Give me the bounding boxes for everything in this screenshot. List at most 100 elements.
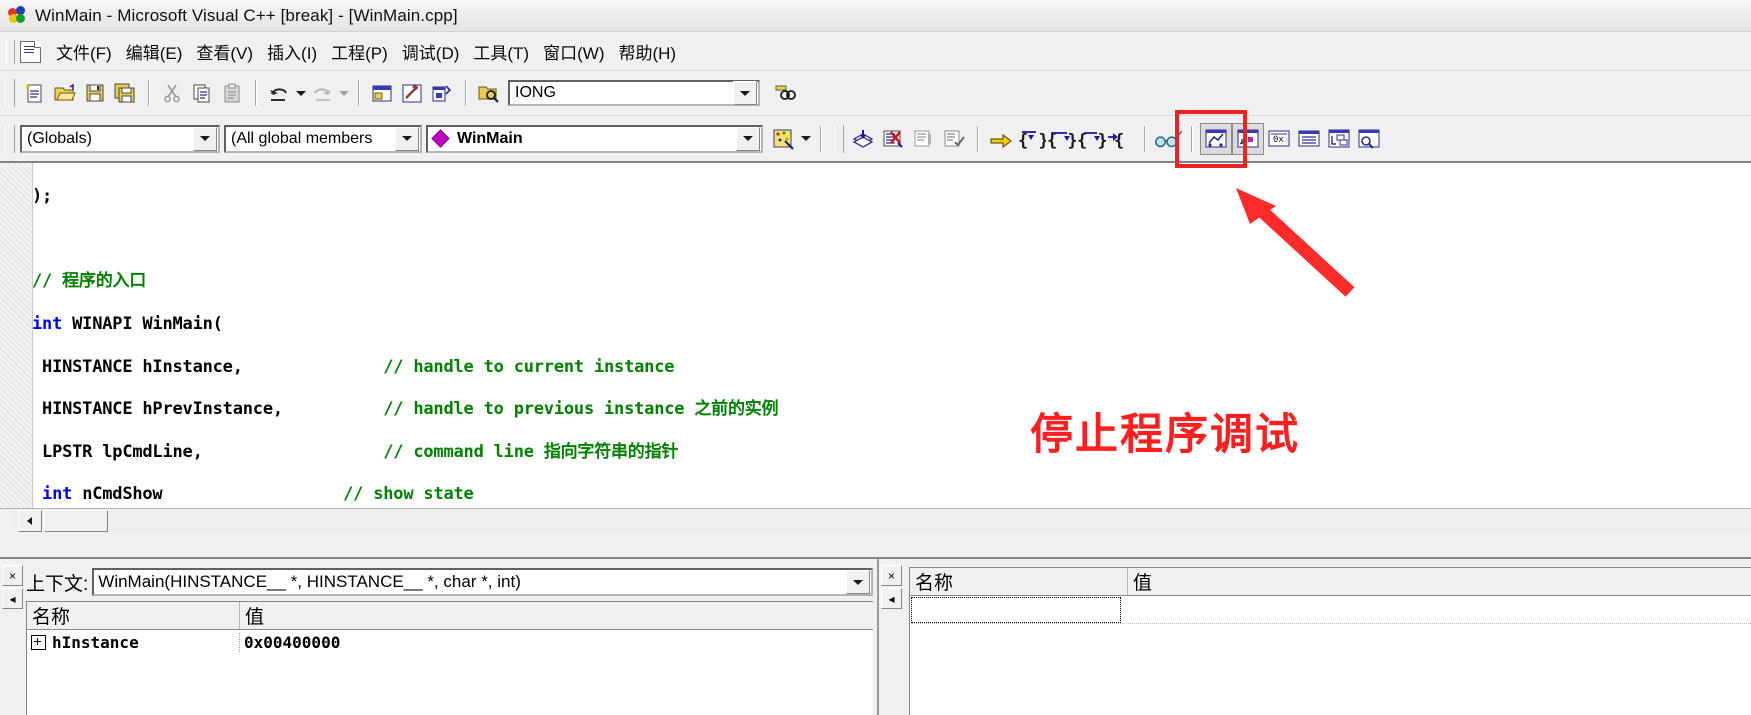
context-value[interactable]: WinMain(HINSTANCE__ *, HINSTANCE__ *, ch… [94, 572, 846, 592]
redo-dropdown-arrow[interactable] [337, 78, 350, 108]
call-stack-window-icon[interactable] [1324, 124, 1354, 154]
variables-column-name[interactable]: 名称 [27, 602, 240, 629]
code-line-8-text: nCmdShow [72, 484, 163, 505]
watch-column-name[interactable]: 名称 [910, 568, 1128, 595]
scrollbar-thumb[interactable] [44, 510, 108, 532]
standard-toolbar-grip[interactable] [5, 79, 15, 107]
memory-window-icon[interactable] [1294, 124, 1324, 154]
show-next-statement-icon[interactable] [986, 124, 1016, 154]
variables-row-name-cell[interactable]: hInstance [27, 632, 240, 652]
variables-panel: × ◂ 上下文: WinMain(HINSTANCE__ *, HINSTANC… [0, 559, 879, 715]
undo-dropdown-arrow[interactable] [294, 78, 307, 108]
watch-new-expression-input[interactable] [911, 597, 1121, 623]
table-row[interactable]: hInstance 0x00400000 [27, 630, 873, 654]
debug-toolbar-grip[interactable] [834, 124, 844, 153]
undo-icon[interactable] [264, 78, 294, 108]
wizardbar-class-value[interactable]: (Globals) [22, 130, 193, 148]
find-next-icon[interactable] [770, 78, 800, 108]
editor-gutter[interactable] [0, 163, 33, 533]
save-all-icon[interactable] [110, 78, 140, 108]
wizardbar-filter-dropdown-arrow[interactable] [395, 126, 419, 151]
menu-debug[interactable]: 调试(D) [395, 36, 467, 67]
wizardbar-and-debug-toolbar: (Globals) (All global members WinMain {… [0, 116, 1751, 162]
wizardbar-class-dropdown-arrow[interactable] [193, 126, 217, 151]
run-to-cursor-icon[interactable]: { } [1106, 124, 1136, 154]
wizardbar-grip[interactable] [5, 124, 15, 153]
menu-insert[interactable]: 插入(I) [260, 36, 324, 67]
step-into-icon[interactable]: { } [1016, 124, 1046, 154]
find-input-value[interactable]: IONG [510, 84, 733, 102]
save-icon[interactable] [80, 78, 110, 108]
open-icon[interactable] [50, 78, 80, 108]
menu-edit[interactable]: 编辑(E) [119, 36, 190, 67]
redo-icon[interactable] [307, 78, 337, 108]
wizardbar-member-value[interactable]: WinMain [452, 130, 736, 148]
toolbar-separator [255, 80, 256, 106]
menu-file[interactable]: 文件(F) [49, 36, 119, 67]
context-combo[interactable]: WinMain(HINSTANCE__ *, HINSTANCE__ *, ch… [92, 568, 873, 596]
menubar-grip[interactable] [6, 39, 15, 64]
expand-icon[interactable] [31, 634, 46, 650]
find-combo[interactable]: IONG [508, 80, 760, 106]
code-text[interactable]: ); // 程序的入口 int WINAPI WinMain( HINSTANC… [32, 165, 1751, 533]
paste-icon[interactable] [217, 78, 247, 108]
wizardbar-actions-dropdown-arrow[interactable] [799, 124, 812, 154]
menu-project[interactable]: 工程(P) [324, 36, 395, 67]
build-icon[interactable] [397, 78, 427, 108]
code-line-5-comment: // handle to current instance [383, 356, 675, 377]
watch-grid[interactable]: 名称 值 [909, 567, 1751, 715]
wizardbar-filter-value[interactable]: (All global members [226, 130, 395, 148]
watch-new-value-cell[interactable] [1121, 596, 1751, 623]
break-execution-icon[interactable] [909, 124, 939, 154]
disassembly-window-icon[interactable] [1354, 124, 1384, 154]
variables-column-value[interactable]: 值 [240, 602, 873, 629]
quickwatch-icon[interactable] [1153, 124, 1183, 154]
cut-icon[interactable] [157, 78, 187, 108]
code-line-8: int nCmdShow // show state [32, 484, 1751, 505]
find-in-files-icon[interactable] [474, 78, 504, 108]
step-over-icon[interactable]: { } [1046, 124, 1076, 154]
compile-icon[interactable] [427, 78, 457, 108]
variables-panel-collapse-button[interactable]: ◂ [2, 588, 23, 609]
watch-panel-close-button[interactable]: × [881, 565, 902, 586]
menu-tools[interactable]: 工具(T) [466, 36, 536, 67]
watch-grid-header: 名称 值 [910, 568, 1751, 596]
wizardbar-class-combo[interactable]: (Globals) [20, 124, 220, 153]
toolbar-separator [977, 125, 978, 152]
wizardbar-member-combo[interactable]: WinMain [426, 124, 763, 153]
code-line-6: HINSTANCE hPrevInstance, // handle to pr… [32, 399, 1751, 420]
variables-window-icon[interactable] [1232, 122, 1264, 155]
stop-debugging-icon[interactable] [879, 124, 909, 154]
wizardbar-actions-icon[interactable] [769, 124, 799, 154]
watch-window-icon[interactable] [1200, 122, 1232, 155]
variables-row-value[interactable]: 0x00400000 [240, 633, 873, 652]
apply-code-changes-icon[interactable] [939, 124, 969, 154]
step-out-icon[interactable]: { } [1076, 124, 1106, 154]
toolbar-separator [1191, 125, 1192, 152]
variables-panel-close-button[interactable]: × [2, 565, 23, 586]
wizardbar-member-dropdown-arrow[interactable] [736, 126, 760, 151]
wizardbar-filter-combo[interactable]: (All global members [224, 124, 422, 153]
context-dropdown-arrow[interactable] [846, 570, 870, 594]
code-line-7-text: LPSTR lpCmdLine, [42, 441, 203, 462]
menu-view[interactable]: 查看(V) [189, 36, 260, 67]
find-dropdown-arrow[interactable] [733, 81, 757, 105]
code-line-4-keyword: int [32, 314, 63, 335]
code-line-7: LPSTR lpCmdLine, // command line 指向字符串的指… [32, 442, 1751, 463]
code-editor[interactable]: ); // 程序的入口 int WINAPI WinMain( HINSTANC… [0, 161, 1751, 533]
workspace-icon[interactable] [367, 78, 397, 108]
menu-window[interactable]: 窗口(W) [536, 36, 611, 67]
window-title: WinMain - Microsoft Visual C++ [break] -… [35, 5, 458, 25]
editor-horizontal-scrollbar[interactable] [0, 508, 1751, 533]
watch-panel-collapse-button[interactable]: ◂ [881, 588, 902, 609]
copy-icon[interactable] [187, 78, 217, 108]
document-icon [20, 40, 41, 63]
variables-grid[interactable]: 名称 值 hInstance 0x00400000 [26, 601, 873, 715]
watch-column-value[interactable]: 值 [1128, 568, 1751, 595]
table-row[interactable] [910, 596, 1751, 624]
scroll-left-arrow-icon[interactable] [18, 510, 42, 532]
restart-icon[interactable] [849, 124, 879, 154]
menu-help[interactable]: 帮助(H) [611, 36, 683, 67]
new-text-file-icon[interactable] [20, 78, 50, 108]
registers-window-icon[interactable]: 0x [1264, 124, 1294, 154]
